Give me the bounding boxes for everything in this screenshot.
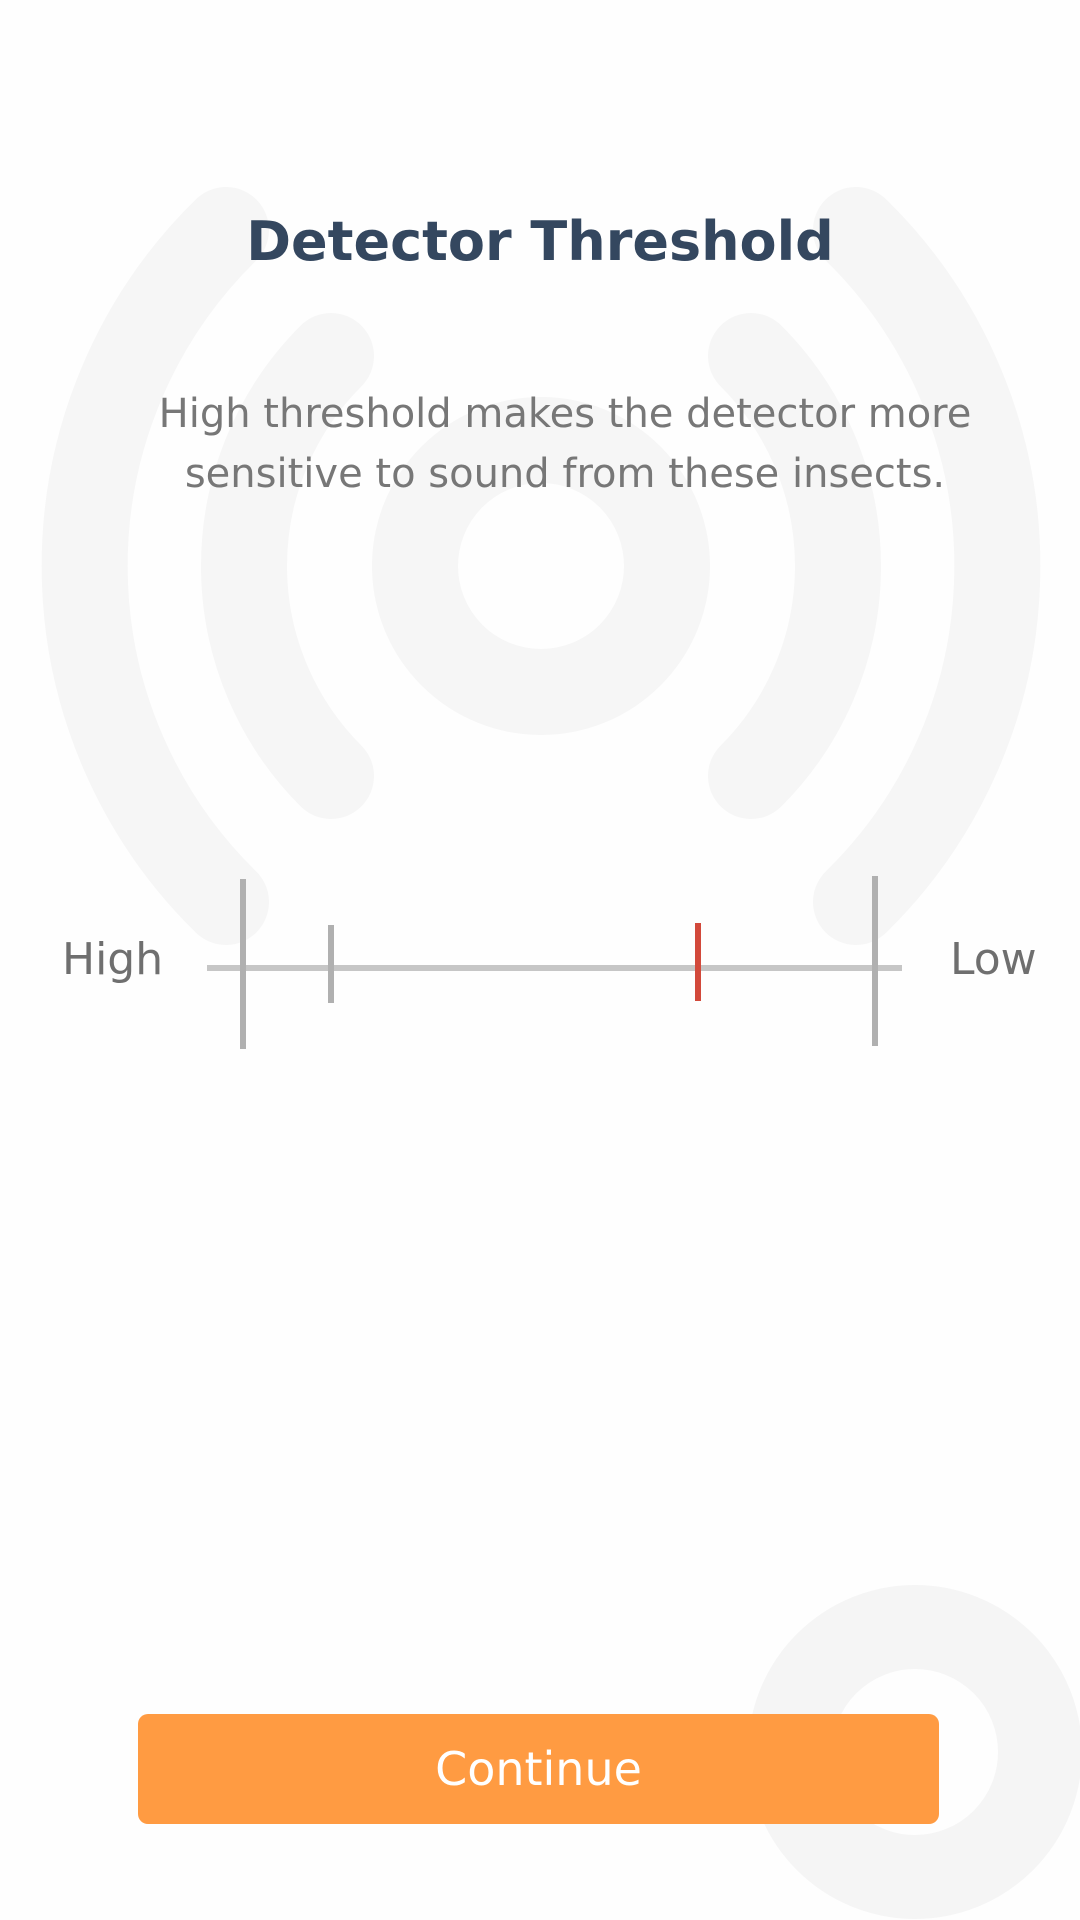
page-description: High threshold makes the detector more s…	[158, 391, 972, 497]
slider-end-tick-high	[240, 879, 246, 1049]
threshold-slider: High Low	[0, 870, 1080, 1060]
slider-track-line	[207, 965, 902, 971]
continue-button[interactable]: Continue	[138, 1714, 939, 1824]
threshold-thumb[interactable]	[695, 923, 702, 1001]
slider-label-low: Low	[950, 934, 1037, 985]
slider-end-tick-low	[872, 876, 878, 1046]
slider-label-high: High	[62, 934, 164, 985]
page-title: Detector Threshold	[246, 210, 834, 273]
threshold-track[interactable]	[207, 870, 902, 1060]
default-threshold-marker	[328, 925, 335, 1003]
